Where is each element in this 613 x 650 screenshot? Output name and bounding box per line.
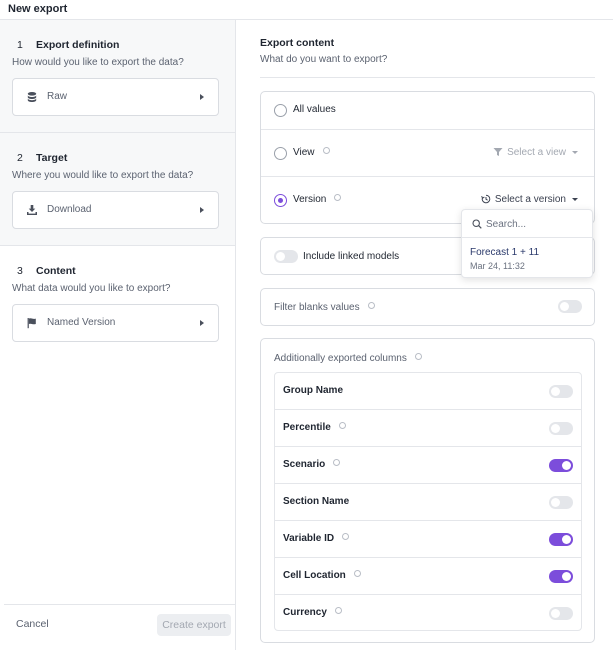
step-number: 2 — [17, 152, 23, 164]
step-number: 1 — [17, 39, 23, 51]
radio-all-values[interactable] — [274, 104, 287, 117]
column-label: Currency — [283, 607, 342, 618]
help-icon — [338, 422, 346, 429]
column-row: Percentile — [275, 410, 581, 447]
column-toggle[interactable] — [549, 533, 573, 546]
toggle-label: Filter blanks values — [274, 302, 375, 313]
step-heading: 3 Content — [17, 265, 76, 277]
chevron-right-icon — [200, 320, 204, 326]
column-toggle[interactable] — [549, 422, 573, 435]
column-toggle[interactable] — [549, 385, 573, 398]
column-label: Cell Location — [283, 570, 361, 581]
step-subtitle: Where you would like to export the data? — [12, 170, 194, 181]
select-view-dropdown[interactable]: Select a view — [493, 147, 578, 158]
help-icon — [367, 302, 375, 309]
help-icon — [333, 459, 341, 466]
column-toggle[interactable] — [549, 607, 573, 620]
database-icon — [27, 92, 37, 102]
column-label: Variable ID — [283, 533, 350, 544]
step-heading: 1 Export definition — [17, 39, 119, 51]
column-row: Cell Location — [275, 558, 581, 595]
step-title: Target — [36, 152, 68, 164]
column-toggle[interactable] — [549, 570, 573, 583]
version-dropdown-menu: Forecast 1 + 11 Mar 24, 11:32 — [461, 209, 593, 278]
column-toggle[interactable] — [549, 496, 573, 509]
additional-columns-card: Additionally exported columns Group Name… — [260, 338, 595, 643]
column-row: Group Name — [275, 373, 581, 410]
download-icon — [27, 205, 37, 215]
option-view[interactable]: View Select a view — [261, 130, 594, 177]
step-export-definition: 1 Export definition How would you like to… — [0, 20, 235, 133]
window-header: New export — [0, 0, 613, 20]
target-selector[interactable]: Download — [12, 191, 219, 229]
create-export-button[interactable]: Create export — [157, 614, 231, 636]
columns-heading: Additionally exported columns — [274, 353, 422, 364]
version-search-input[interactable] — [486, 216, 586, 232]
selector-value: Named Version — [47, 317, 116, 328]
include-linked-models-toggle[interactable] — [274, 250, 298, 263]
column-label: Percentile — [283, 422, 346, 433]
step-number: 3 — [17, 265, 23, 277]
chevron-down-icon — [572, 198, 578, 201]
filter-blanks-row: Filter blanks values — [260, 288, 595, 326]
option-label: Version — [293, 194, 342, 205]
divider — [260, 77, 595, 78]
version-option[interactable]: Forecast 1 + 11 Mar 24, 11:32 — [462, 239, 592, 277]
columns-list: Group Name Percentile Scenario Section Name… — [274, 372, 582, 631]
filter-icon — [493, 148, 503, 156]
export-content-panel: Export content What do you want to expor… — [236, 20, 613, 650]
content-selector[interactable]: Named Version — [12, 304, 219, 342]
selector-value: Raw — [47, 91, 68, 102]
column-label: Group Name — [283, 385, 344, 396]
filter-blanks-toggle[interactable] — [558, 300, 582, 313]
step-title: Content — [36, 265, 76, 277]
select-version-dropdown[interactable]: Select a version — [480, 194, 578, 205]
help-icon — [334, 194, 342, 201]
history-icon — [480, 194, 491, 204]
chevron-down-icon — [572, 151, 578, 154]
window-title: New export — [8, 3, 68, 15]
chevron-right-icon — [200, 94, 204, 100]
column-label: Scenario — [283, 459, 341, 470]
help-icon — [334, 607, 342, 614]
version-date: Mar 24, 11:32 — [470, 261, 525, 271]
section-subtitle: What do you want to export? — [260, 54, 388, 65]
help-icon — [353, 570, 361, 577]
help-icon — [322, 147, 330, 154]
export-definition-selector[interactable]: Raw — [12, 78, 219, 116]
radio-view[interactable] — [274, 147, 287, 160]
column-label: Section Name — [283, 496, 350, 507]
footer-actions: Cancel Create export — [4, 604, 235, 650]
option-label: View — [293, 147, 330, 158]
option-label: All values — [293, 104, 336, 115]
step-target: 2 Target Where you would like to export t… — [0, 133, 235, 246]
help-icon — [342, 533, 350, 540]
chevron-right-icon — [200, 207, 204, 213]
column-row: Scenario — [275, 447, 581, 484]
steps-panel: 1 Export definition How would you like to… — [0, 20, 236, 650]
column-toggle[interactable] — [549, 459, 573, 472]
cancel-button[interactable]: Cancel — [16, 618, 49, 630]
step-title: Export definition — [36, 39, 120, 51]
step-heading: 2 Target — [17, 152, 67, 164]
version-name: Forecast 1 + 11 — [470, 247, 540, 258]
selector-value: Download — [47, 204, 92, 215]
help-icon — [414, 353, 422, 360]
section-title: Export content — [260, 37, 335, 49]
version-search — [462, 210, 592, 238]
step-subtitle: How would you like to export the data? — [12, 57, 184, 68]
column-row: Variable ID — [275, 521, 581, 558]
radio-version[interactable] — [274, 194, 287, 207]
search-icon — [472, 219, 482, 229]
content-options: All values View Select a view Version Se… — [260, 91, 595, 224]
column-row: Section Name — [275, 484, 581, 521]
column-row: Currency — [275, 595, 581, 632]
step-subtitle: What data would you like to export? — [12, 283, 171, 294]
flag-icon — [27, 318, 36, 329]
toggle-label: Include linked models — [303, 251, 400, 262]
option-all-values[interactable]: All values — [261, 92, 594, 130]
